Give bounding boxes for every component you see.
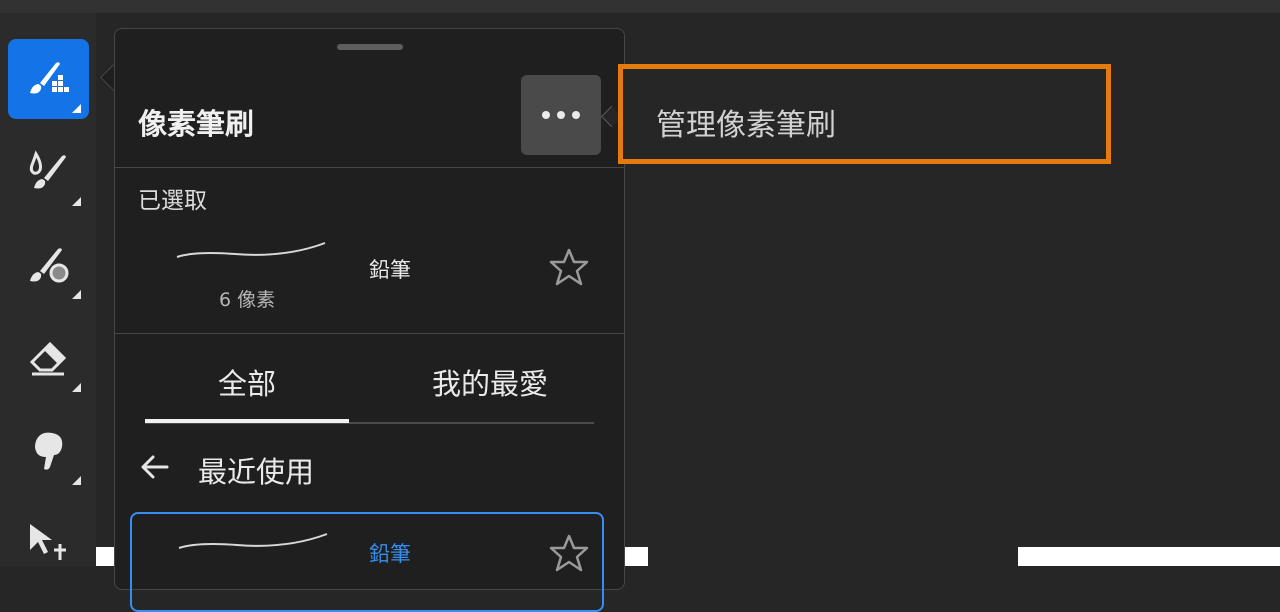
menu-item-manage-pixel-brushes[interactable]: 管理像素筆刷 bbox=[656, 100, 836, 144]
pixel-brush-icon bbox=[30, 62, 69, 94]
selected-brush-name: 鉛筆 bbox=[369, 258, 411, 282]
smudge-tool[interactable] bbox=[8, 411, 89, 491]
more-options-button[interactable] bbox=[521, 75, 601, 155]
pixel-brush-panel: 像素筆刷 已選取 6 像素 鉛筆 全部 我的最愛 最近使用 鉛筆 bbox=[114, 28, 625, 612]
brush-size: 6 像素 bbox=[219, 289, 276, 311]
selected-label: 已選取 bbox=[138, 188, 207, 214]
paint-brush-tool[interactable] bbox=[8, 132, 89, 212]
divider bbox=[115, 333, 624, 334]
brush-stroke-preview bbox=[176, 242, 326, 258]
back-arrow-icon[interactable] bbox=[139, 451, 171, 483]
top-bar bbox=[0, 0, 1280, 13]
drag-handle[interactable] bbox=[337, 44, 403, 50]
mixer-brush-icon bbox=[30, 248, 69, 283]
eraser-icon bbox=[29, 341, 67, 376]
canvas-area-right bbox=[1018, 547, 1280, 566]
divider bbox=[115, 167, 624, 168]
paint-brush-icon bbox=[29, 150, 66, 189]
options-menu: 管理像素筆刷 bbox=[618, 64, 1111, 164]
favorite-star-icon[interactable] bbox=[549, 248, 589, 286]
tab-favorites[interactable]: 我的最愛 bbox=[432, 361, 548, 403]
more-icon bbox=[542, 111, 550, 119]
smudge-icon bbox=[35, 432, 63, 470]
move-icon bbox=[30, 524, 66, 560]
tab-all[interactable]: 全部 bbox=[218, 361, 276, 403]
favorite-star-icon[interactable] bbox=[549, 534, 589, 572]
mixer-brush-tool[interactable] bbox=[8, 225, 89, 305]
move-tool[interactable] bbox=[8, 504, 89, 584]
tab-active-indicator bbox=[145, 419, 349, 423]
panel-title: 像素筆刷 bbox=[138, 107, 255, 141]
list-item[interactable]: 鉛筆 bbox=[130, 512, 604, 612]
tools-panel bbox=[0, 13, 96, 566]
recent-section-heading: 最近使用 bbox=[198, 455, 315, 489]
brush-item-name: 鉛筆 bbox=[369, 542, 411, 566]
brush-stroke-preview bbox=[178, 533, 328, 549]
pixel-brush-tool[interactable] bbox=[8, 39, 89, 119]
eraser-tool[interactable] bbox=[8, 318, 89, 398]
